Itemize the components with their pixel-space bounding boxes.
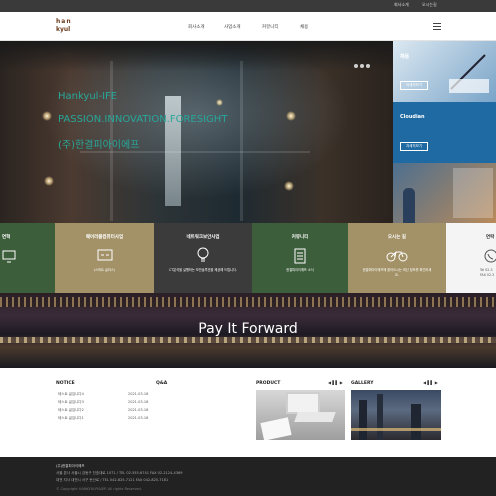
keyboard-image: [294, 412, 336, 422]
tile-title: 웨어러블컴퓨터사업: [85, 235, 124, 240]
notice-item[interactable]: 테스트 글입니다4: [58, 392, 84, 397]
tile-title: 커뮤니티: [291, 235, 309, 240]
hamburger-menu-icon[interactable]: [433, 23, 441, 30]
hero-slogan: PASSION.INNOVATION.FORESIGHT: [58, 114, 228, 125]
side-panel-more-button[interactable]: 자세히보기: [400, 142, 428, 151]
document-icon: [294, 248, 306, 264]
notice-date: 2021-03-16: [128, 408, 149, 412]
tile-title: 연혁: [2, 235, 11, 240]
glasses-icon: [97, 249, 113, 261]
tile-history[interactable]: 연혁: [0, 223, 55, 293]
city-lights-image: [0, 297, 496, 307]
topbar-link-directions[interactable]: 오시는길: [422, 2, 437, 8]
site-footer: (주)한결피아이에프 서울 본사 서울시 강동구 천호대로 1071 / TEL…: [0, 457, 496, 496]
notice-item[interactable]: 테스트 글입니다1: [58, 416, 84, 421]
footer-address-branch: 대전 지사 대전시 서구 둔산로 / TEL 042-825-7121 FAX …: [56, 478, 169, 482]
notice-title: NOTICE: [56, 381, 75, 386]
hero-dot[interactable]: [366, 64, 370, 68]
product-title: PRODUCT: [256, 381, 281, 386]
tile-community[interactable]: 커뮤니티 한결피아이에프 소식: [252, 223, 348, 293]
paper-image: [260, 417, 292, 440]
hero-dot[interactable]: [360, 64, 364, 68]
pay-it-forward-banner: Pay It Forward: [0, 293, 496, 368]
footer-company: (주)한결피아이에프: [56, 464, 85, 468]
topbar-link-company[interactable]: 회사소개: [394, 2, 409, 8]
tile-description: Tel 02-3 FAX 02-3: [480, 268, 495, 277]
tile-network-security[interactable]: 네트워크보안사업 CT분석을 실행하는 보안솔루션을 제공해 드립니다.: [154, 223, 252, 293]
logo-text-top: han: [56, 18, 72, 25]
product-image[interactable]: [256, 390, 345, 440]
site-header: han kyul 회사소개 사업소개 커뮤니티 채용: [0, 12, 496, 41]
monitor-image: [286, 392, 320, 414]
tile-description: 한결피아이에프 소식: [286, 268, 314, 272]
bicycle-icon: [386, 251, 408, 262]
gallery-pager[interactable]: ◀ ▌▌ ▶: [423, 380, 438, 385]
phone-icon: [484, 249, 496, 263]
footer-copyright: © Copyright HANKYULPIAIEP. All rights Re…: [56, 487, 142, 491]
side-panel-recruit[interactable]: 채용 자세히보기: [393, 41, 496, 102]
hero-dot[interactable]: [354, 64, 358, 68]
tile-contact[interactable]: 연락 Tel 02-3 FAX 02-3: [446, 223, 496, 293]
gallery-image[interactable]: [351, 390, 441, 440]
monitor-icon: [2, 250, 16, 263]
notice-date: 2021-03-16: [128, 416, 149, 420]
qna-title: Q&A: [156, 381, 168, 386]
nav-item-recruit[interactable]: 채용: [300, 24, 308, 30]
product-pager[interactable]: ◀ ▌▌ ▶: [328, 380, 343, 385]
footer-address-hq: 서울 본사 서울시 강동구 천호대로 1071 / TEL 02-555-674…: [56, 471, 183, 475]
tile-title: 네트워크보안사업: [186, 235, 220, 240]
logo[interactable]: han kyul: [56, 18, 72, 36]
side-panel-title: Cloudian: [400, 114, 425, 120]
tile-description: 한결피아이에프에 찾아오시는 최신 정보를 확인하세요.: [362, 268, 432, 277]
hero-headline: Hankyul-IFE: [58, 91, 118, 102]
banner-title: Pay It Forward: [198, 321, 298, 337]
tile-title: 오시는 길: [387, 235, 407, 240]
bridge-lights-image: [0, 337, 496, 343]
tile-wearable[interactable]: 웨어러블컴퓨터사업 (스마트 글라스): [55, 223, 154, 293]
notice-date: 2021-03-16: [128, 400, 149, 404]
side-panel-cloudian[interactable]: Cloudian 자세히보기: [393, 102, 496, 163]
tile-directions[interactable]: 오시는 길 한결피아이에프에 찾아오시는 최신 정보를 확인하세요.: [348, 223, 446, 293]
person-image: [403, 188, 415, 223]
tile-description: (스마트 글라스): [93, 268, 116, 272]
pen-writing-icon: [449, 54, 489, 93]
logo-text-bottom: kyul: [56, 26, 71, 33]
side-panel-more-button[interactable]: 자세히보기: [400, 81, 428, 90]
hero-company-name: (주)한결피아이에프: [58, 140, 140, 151]
window-image: [453, 168, 493, 218]
side-panel-office[interactable]: [393, 163, 496, 223]
hero-pagination: [354, 53, 372, 72]
top-utility-bar: 회사소개 오시는길: [0, 0, 496, 12]
gallery-title: GALLERY: [351, 381, 374, 386]
notice-item[interactable]: 테스트 글입니다2: [58, 408, 84, 413]
notice-date: 2021-03-16: [128, 392, 149, 396]
nav-item-business[interactable]: 사업소개: [224, 24, 241, 30]
notice-item[interactable]: 테스트 글입니다3: [58, 400, 84, 405]
nav-item-community[interactable]: 커뮤니티: [262, 24, 279, 30]
nav-item-company[interactable]: 회사소개: [188, 24, 205, 30]
bulb-icon: [197, 247, 209, 262]
tile-title: 연락: [486, 235, 495, 240]
hero-slider: Hankyul-IFE PASSION.INNOVATION.FORESIGHT…: [0, 41, 393, 223]
side-panel-title: 채용: [400, 54, 410, 60]
tile-description: CT분석을 실행하는 보안솔루션을 제공해 드립니다.: [169, 268, 237, 272]
